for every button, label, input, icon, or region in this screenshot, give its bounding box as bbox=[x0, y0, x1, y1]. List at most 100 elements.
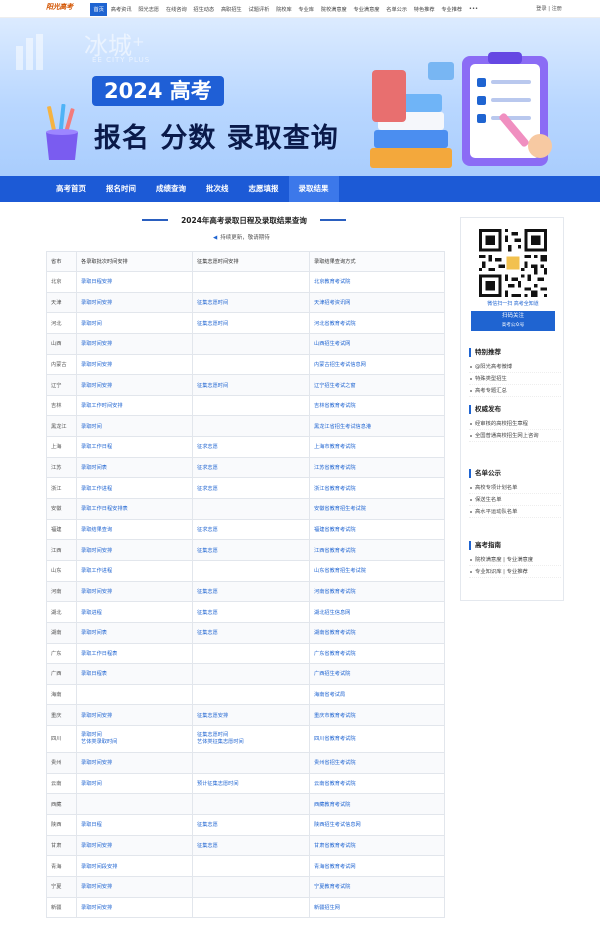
query-cell-text[interactable]: 重庆市教育考试院 bbox=[314, 712, 440, 719]
top-nav-link[interactable]: 专业库 bbox=[295, 6, 317, 13]
query-cell-text[interactable]: 甘肃省教育考试院 bbox=[314, 842, 440, 849]
query-cell-text[interactable]: 河北省教育考试院 bbox=[314, 320, 440, 327]
schedule-cell-text[interactable]: 录取工作日程表 bbox=[81, 650, 188, 657]
schedule-cell-text[interactable]: 录取进程 bbox=[81, 609, 188, 616]
sub-nav-tab[interactable]: 成绩查询 bbox=[146, 176, 196, 202]
schedule-cell-text[interactable]: 录取时间安排 bbox=[81, 299, 188, 306]
schedule-cell-text[interactable]: 录取时间段安排 bbox=[81, 863, 188, 870]
schedule-cell-text[interactable]: 录取日程安排 bbox=[81, 278, 188, 285]
top-nav-link[interactable]: 院校满意度 bbox=[317, 6, 350, 13]
sidebar-link[interactable]: 高校专项计划名单 bbox=[469, 482, 561, 494]
query-cell-text[interactable]: 天津招考资讯网 bbox=[314, 299, 440, 306]
query-cell-text[interactable]: 海南省考试局 bbox=[314, 691, 440, 698]
schedule-cell-text[interactable]: 录取工作日程 bbox=[81, 443, 188, 450]
supplementary-cell-text[interactable]: 征集志愿 bbox=[197, 629, 305, 636]
sidebar-link[interactable]: @阳光高考微博 bbox=[469, 361, 561, 373]
query-cell-text[interactable]: 吉林省教育考试院 bbox=[314, 402, 440, 409]
sidebar-link[interactable]: 特殊类型招生 bbox=[469, 373, 561, 385]
top-nav-link[interactable]: 特色推荐 bbox=[410, 6, 438, 13]
query-cell-text[interactable]: 山西招生考试网 bbox=[314, 340, 440, 347]
query-cell-text[interactable]: 江西省教育考试院 bbox=[314, 547, 440, 554]
top-nav-link[interactable]: 高考资讯 bbox=[107, 6, 135, 13]
top-nav-link[interactable]: 高职招生 bbox=[218, 6, 246, 13]
sub-nav-tab[interactable]: 录取结果 bbox=[288, 176, 339, 202]
supplementary-cell-text[interactable]: 征集志愿 bbox=[197, 842, 305, 849]
top-nav-link[interactable]: 阳光志愿 bbox=[135, 6, 163, 13]
schedule-cell-text[interactable]: 录取工作时间安排 bbox=[81, 402, 188, 409]
query-cell-text[interactable]: 湖北招生信息网 bbox=[314, 609, 440, 616]
schedule-cell-text[interactable]: 录取时间 bbox=[81, 423, 188, 430]
schedule-cell-text[interactable]: 录取时间安排 bbox=[81, 361, 188, 368]
sub-nav-tab[interactable]: 批次线 bbox=[196, 176, 239, 202]
sub-nav-tab[interactable]: 志愿填报 bbox=[239, 176, 289, 202]
top-nav-link[interactable]: 院校库 bbox=[273, 6, 295, 13]
top-nav-link[interactable]: 招生动态 bbox=[190, 6, 218, 13]
schedule-cell-text[interactable]: 录取日程 bbox=[81, 821, 188, 828]
register-link[interactable]: 注册 bbox=[552, 6, 562, 12]
query-cell-text[interactable]: 四川省教育考试院 bbox=[314, 736, 440, 743]
sidebar-link[interactable]: 院校满意度 | 专业满意度 bbox=[469, 554, 561, 566]
sidebar-link[interactable]: 全国普通高校招生网上咨询 bbox=[469, 430, 561, 442]
top-nav-link[interactable]: 专业满意度 bbox=[350, 6, 383, 13]
query-cell-text[interactable]: 内蒙古招生考试信息网 bbox=[314, 361, 440, 368]
login-link[interactable]: 登录 bbox=[536, 6, 546, 12]
supplementary-cell-text[interactable]: 预计征集志愿时间 bbox=[197, 780, 305, 787]
supplementary-cell-text[interactable]: 征集志愿 bbox=[197, 547, 305, 554]
supplementary-cell-text[interactable]: 征集志愿安排 bbox=[197, 712, 305, 719]
query-cell-text[interactable]: 云南省教育考试院 bbox=[314, 780, 440, 787]
schedule-cell-text[interactable]: 录取工作进程 bbox=[81, 567, 188, 574]
sidebar-link[interactable]: 高考专题汇总 bbox=[469, 385, 561, 397]
query-cell-text[interactable]: 黑龙江省招生考试信息港 bbox=[314, 423, 440, 430]
schedule-cell-text[interactable]: 录取时间安排 bbox=[81, 883, 188, 890]
query-cell-text[interactable]: 湖南省教育考试院 bbox=[314, 629, 440, 636]
query-cell-text[interactable]: 广东省教育考试院 bbox=[314, 650, 440, 657]
supplementary-cell-text[interactable]: 征集志愿 bbox=[197, 588, 305, 595]
schedule-cell-text[interactable]: 录取时间 bbox=[81, 780, 188, 787]
supplementary-cell-text[interactable]: 征求志愿 bbox=[197, 526, 305, 533]
supplementary-cell-text[interactable]: 征求志愿 bbox=[197, 464, 305, 471]
query-cell-text[interactable]: 广西招生考试院 bbox=[314, 670, 440, 677]
query-cell-text[interactable]: 辽宁招生考试之窗 bbox=[314, 382, 440, 389]
query-cell-text[interactable]: 新疆招生网 bbox=[314, 904, 440, 911]
schedule-cell-text[interactable]: 录取日程表 bbox=[81, 670, 188, 677]
schedule-cell-text[interactable]: 录取时间安排 bbox=[81, 588, 188, 595]
query-cell-text[interactable]: 江苏省教育考试院 bbox=[314, 464, 440, 471]
query-cell-text[interactable]: 西藏教育考试院 bbox=[314, 801, 440, 808]
schedule-cell-text[interactable]: 艺体类录取时间 bbox=[81, 739, 188, 746]
sidebar-link[interactable]: 高水平运动队名单 bbox=[469, 506, 561, 518]
sub-nav-tab[interactable]: 报名时间 bbox=[96, 176, 146, 202]
top-nav-link[interactable]: 试题评析 bbox=[245, 6, 273, 13]
supplementary-cell-text[interactable]: 征求志愿 bbox=[197, 485, 305, 492]
schedule-cell-text[interactable]: 录取时间安排 bbox=[81, 340, 188, 347]
query-cell-text[interactable]: 青海省教育考试网 bbox=[314, 863, 440, 870]
top-nav-link[interactable]: 专业推荐 bbox=[438, 6, 466, 13]
query-cell-text[interactable]: 安徽省教育招生考试院 bbox=[314, 505, 440, 512]
supplementary-cell-text[interactable]: 征集志愿时间 bbox=[197, 299, 305, 306]
sub-nav-tab[interactable]: 高考首页 bbox=[46, 176, 96, 202]
query-cell-text[interactable]: 陕西招生考试信息网 bbox=[314, 821, 440, 828]
sidebar-link[interactable]: 专业知识库 | 专业推荐 bbox=[469, 566, 561, 578]
schedule-cell-text[interactable]: 录取时间表 bbox=[81, 629, 188, 636]
supplementary-cell-text[interactable]: 艺体类征集志愿时间 bbox=[197, 739, 305, 746]
schedule-cell-text[interactable]: 录取时间表 bbox=[81, 464, 188, 471]
schedule-cell-text[interactable]: 录取时间安排 bbox=[81, 842, 188, 849]
query-cell-text[interactable]: 宁夏教育考试院 bbox=[314, 883, 440, 890]
schedule-cell-text[interactable]: 录取时间安排 bbox=[81, 712, 188, 719]
top-nav-link[interactable]: 在线咨询 bbox=[162, 6, 190, 13]
supplementary-cell-text[interactable]: 征集志愿时间 bbox=[197, 382, 305, 389]
site-logo[interactable]: 阳光高考 bbox=[46, 2, 73, 12]
schedule-cell-text[interactable]: 录取时间安排 bbox=[81, 759, 188, 766]
top-nav-link[interactable]: ••• bbox=[466, 6, 482, 12]
query-cell-text[interactable]: 北京教育考试院 bbox=[314, 278, 440, 285]
top-nav-link[interactable]: 名单公示 bbox=[383, 6, 411, 13]
query-cell-text[interactable]: 山东省教育招生考试院 bbox=[314, 567, 440, 574]
supplementary-cell-text[interactable]: 征集志愿 bbox=[197, 609, 305, 616]
schedule-cell-text[interactable]: 录取时间安排 bbox=[81, 547, 188, 554]
query-cell-text[interactable]: 贵州省招生考试院 bbox=[314, 759, 440, 766]
sidebar-link[interactable]: 保送生名单 bbox=[469, 494, 561, 506]
schedule-cell-text[interactable]: 录取工作日程安排表 bbox=[81, 505, 188, 512]
query-cell-text[interactable]: 河南省教育考试院 bbox=[314, 588, 440, 595]
top-nav-link[interactable]: 首页 bbox=[90, 2, 108, 16]
supplementary-cell-text[interactable]: 征集志愿时间 bbox=[197, 320, 305, 327]
supplementary-cell-text[interactable]: 征求志愿 bbox=[197, 443, 305, 450]
